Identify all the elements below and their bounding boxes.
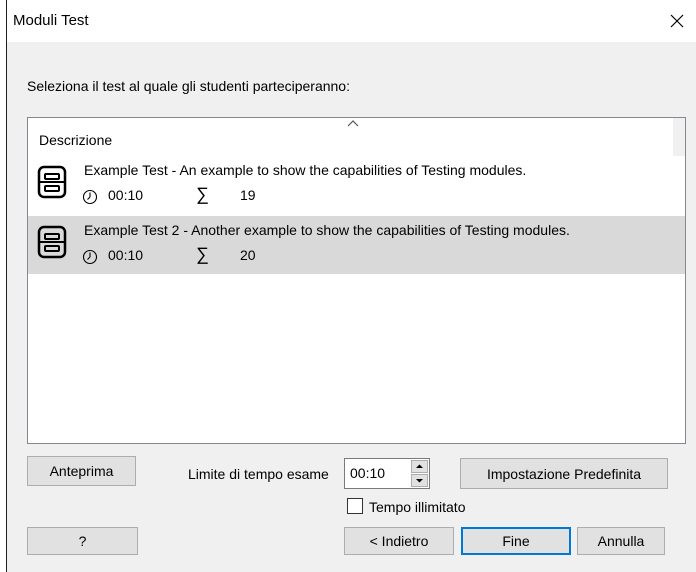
scrollbar-corner bbox=[673, 118, 685, 156]
clock-icon bbox=[82, 189, 98, 205]
sigma-icon: ∑ bbox=[196, 184, 209, 204]
spinner-buttons bbox=[411, 460, 428, 487]
sort-up-icon bbox=[347, 120, 359, 127]
spin-up-button[interactable] bbox=[411, 460, 428, 473]
sigma-icon: ∑ bbox=[196, 244, 209, 264]
clock-icon bbox=[82, 249, 98, 265]
finish-button[interactable]: Fine bbox=[461, 527, 571, 555]
default-settings-button[interactable]: Impostazione Predefinita bbox=[460, 458, 668, 489]
chevron-down-icon bbox=[416, 479, 423, 483]
test-duration: 00:10 bbox=[108, 247, 144, 263]
time-limit-input[interactable] bbox=[347, 461, 413, 485]
test-list[interactable]: Descrizione Example Test - An example to… bbox=[27, 117, 686, 444]
unlimited-time-checkbox[interactable] bbox=[347, 498, 363, 514]
column-header-description[interactable]: Descrizione bbox=[39, 132, 112, 148]
preview-button[interactable]: Anteprima bbox=[27, 456, 136, 486]
test-document-icon bbox=[37, 225, 67, 259]
list-header[interactable]: Descrizione bbox=[28, 118, 673, 156]
close-icon bbox=[670, 14, 684, 28]
question-count: 20 bbox=[240, 247, 256, 263]
close-button[interactable] bbox=[657, 0, 696, 42]
title-bar: Moduli Test bbox=[7, 0, 696, 42]
unlimited-time-label[interactable]: Tempo illimitato bbox=[369, 499, 465, 515]
time-limit-label: Limite di tempo esame bbox=[188, 466, 329, 482]
window-title: Moduli Test bbox=[13, 12, 89, 29]
spin-down-button[interactable] bbox=[411, 474, 428, 487]
list-item[interactable]: Example Test 2 - Another example to show… bbox=[28, 216, 685, 274]
test-title: Example Test - An example to show the ca… bbox=[84, 162, 527, 178]
cancel-button[interactable]: Annulla bbox=[577, 527, 665, 555]
list-item[interactable]: Example Test - An example to show the ca… bbox=[28, 156, 685, 214]
question-count: 19 bbox=[240, 187, 256, 203]
back-button[interactable]: < Indietro bbox=[344, 527, 454, 555]
help-button[interactable]: ? bbox=[27, 527, 138, 555]
test-title: Example Test 2 - Another example to show… bbox=[84, 222, 570, 238]
instruction-text: Seleziona il test al quale gli studenti … bbox=[27, 78, 350, 94]
time-limit-spinner[interactable] bbox=[344, 458, 430, 489]
test-duration: 00:10 bbox=[108, 187, 144, 203]
dialog-window: Moduli Test Seleziona il test al quale g… bbox=[6, 0, 696, 572]
chevron-up-icon bbox=[416, 464, 423, 468]
test-document-icon bbox=[37, 165, 67, 199]
